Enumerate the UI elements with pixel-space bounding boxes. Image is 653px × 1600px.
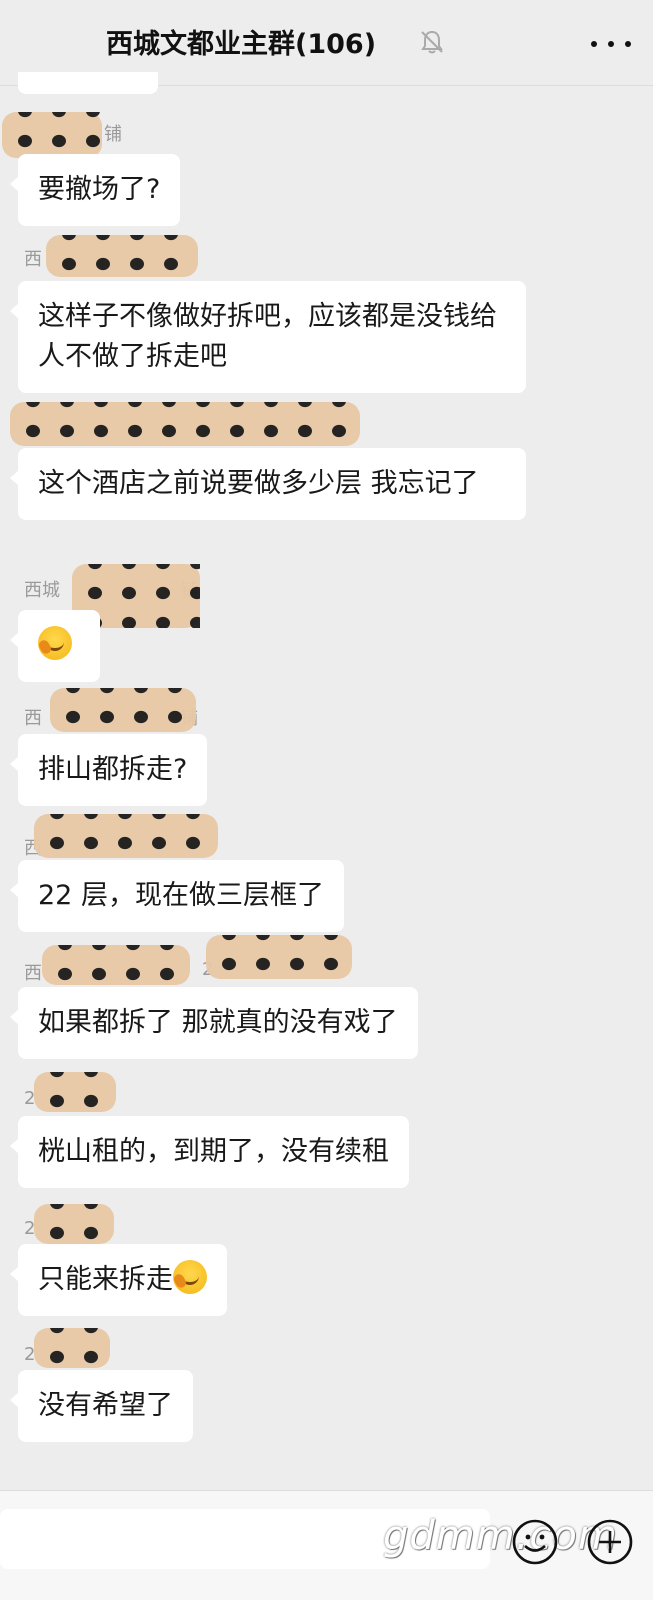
avatar — [34, 1072, 116, 1112]
plus-circle-icon[interactable] — [585, 1517, 635, 1567]
avatar — [10, 402, 360, 446]
facepalm-emoji-icon — [38, 626, 72, 660]
avatar — [2, 112, 102, 158]
smile-face-icon[interactable] — [510, 1517, 560, 1567]
message-bubble[interactable]: 这个酒店之前说要做多少层 我忘记了 — [10, 448, 526, 520]
message-text: 只能来拆走 — [38, 1264, 173, 1295]
message-bubble[interactable]: 排山都拆走? — [9, 734, 208, 806]
sender-name: 西城 — [24, 580, 60, 601]
message-bubble[interactable]: 这样子不像做好拆吧，应该都是没钱给人不做了拆走吧 — [10, 281, 526, 393]
avatar — [206, 935, 352, 979]
watermark: gdmm.com — [383, 1513, 618, 1559]
more-dots-icon[interactable] — [591, 26, 631, 62]
message-bubble[interactable]: 只能来拆走 — [10, 1244, 227, 1316]
sender-name: 铺 — [104, 124, 122, 145]
avatar — [34, 1204, 114, 1244]
input-bar: gdmm.com — [0, 1490, 653, 1600]
previous-message-bubble — [18, 72, 158, 94]
avatar — [46, 235, 198, 277]
sender-name: 西 — [24, 963, 42, 984]
avatar — [50, 688, 196, 732]
message-bubble[interactable] — [10, 610, 100, 682]
sender-name: 西 — [24, 249, 42, 270]
avatar — [42, 945, 190, 985]
message-bubble[interactable]: 桄山租的，到期了，没有续租 — [10, 1116, 409, 1188]
sender-name: 西 — [24, 708, 42, 729]
avatar — [34, 814, 218, 858]
avatar — [34, 1328, 110, 1368]
message-bubble[interactable]: 22 层，现在做三层框了 — [10, 860, 344, 932]
message-bubble[interactable]: 要撤场了? — [9, 154, 181, 226]
message-bubble[interactable]: 没有希望了 — [10, 1370, 193, 1442]
bell-off-icon[interactable] — [418, 28, 446, 56]
chat-title: 西城文都业主群(106) — [106, 29, 377, 60]
facepalm-emoji-icon — [173, 1260, 207, 1294]
message-bubble[interactable]: 如果都拆了 那就真的没有戏了 — [10, 987, 418, 1059]
